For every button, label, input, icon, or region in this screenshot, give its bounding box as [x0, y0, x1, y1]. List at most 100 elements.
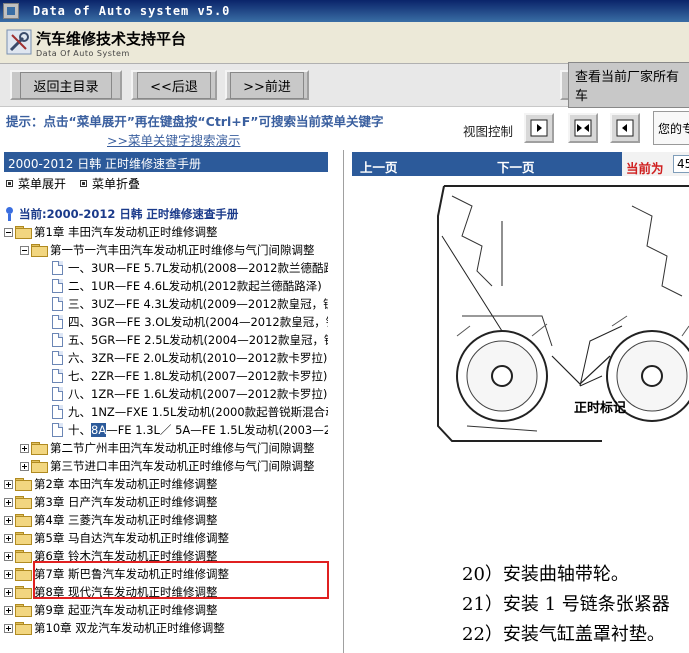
expand-toggle-icon[interactable]: [4, 479, 13, 489]
expand-toggle-icon[interactable]: [4, 533, 13, 543]
menu-panel: 2000-2012 日韩 正时维修速查手册 菜单展开 菜单折叠 当前:2000-…: [0, 150, 344, 653]
menu-collapse-button[interactable]: 菜单折叠: [80, 175, 140, 192]
split-view-button[interactable]: [568, 113, 598, 143]
tree-item[interactable]: 九、1NZ—FXE 1.5L发动机(2000款起普锐斯混合动力): [52, 403, 328, 421]
tree-item-label: 一、3UR—FE 5.7L发动机(2008—2012款兰德酷路泽): [68, 261, 328, 275]
forward-button[interactable]: >>前进: [225, 70, 309, 100]
forward-label: >>前进: [230, 71, 304, 99]
collapse-toggle-icon[interactable]: [20, 245, 29, 255]
collapse-toggle-icon[interactable]: [4, 227, 13, 237]
folder-icon: [31, 442, 48, 455]
tree-folder[interactable]: 第7章 斯巴鲁汽车发动机正时维修调整: [4, 565, 328, 583]
menu-header: 2000-2012 日韩 正时维修速查手册: [4, 152, 328, 172]
tree-item-label: 第三节进口丰田汽车发动机正时维修与气门间隙调整: [50, 459, 315, 473]
welcome-box: 您的专: [653, 111, 689, 145]
page-icon: [52, 405, 63, 419]
folder-icon: [15, 514, 32, 527]
view-all-label: 查看当前厂家所有车: [568, 62, 689, 108]
expand-toggle-icon[interactable]: [4, 605, 13, 615]
tree-folder[interactable]: 第三节进口丰田汽车发动机正时维修与气门间隙调整: [20, 457, 328, 475]
tree-item-label: 第3章 日产汽车发动机正时维修调整: [34, 495, 218, 509]
tree-folder[interactable]: 第5章 马自达汽车发动机正时维修调整: [4, 529, 328, 547]
tree-item-label: 第4章 三菱汽车发动机正时维修调整: [34, 513, 218, 527]
tree-folder[interactable]: 第一节一汽丰田汽车发动机正时维修与气门间隙调整: [20, 241, 328, 259]
menu-expand-label: 菜单展开: [18, 177, 67, 191]
back-to-main-label: 返回主目录: [20, 71, 112, 99]
page-icon: [52, 261, 63, 275]
search-demo-link[interactable]: >>菜单关键字搜索演示: [107, 130, 240, 149]
expand-toggle-icon[interactable]: [4, 569, 13, 579]
tree-root[interactable]: 当前:2000-2012 日韩 正时维修速查手册: [4, 205, 328, 223]
collapse-icon: [80, 180, 87, 187]
back-to-main-button[interactable]: 返回主目录: [10, 70, 122, 100]
tree-item-label: 第7章 斯巴鲁汽车发动机正时维修调整: [34, 567, 229, 581]
view-control-label: 视图控制: [463, 124, 514, 139]
tree-item[interactable]: 一、3UR—FE 5.7L发动机(2008—2012款兰德酷路泽): [52, 259, 328, 277]
expand-toggle-icon[interactable]: [4, 623, 13, 633]
tree-item[interactable]: 六、3ZR—FE 2.0L发动机(2010—2012款卡罗拉): [52, 349, 328, 367]
procedure-steps: 20）安装曲轴带轮。 21）安装 1 号链条张紧器 22）安装气缸盖罩衬垫。: [462, 560, 670, 650]
tree-item-label: 四、3GR—FE 3.OL发动机(2004—2012款皇冠，锐志): [68, 315, 328, 329]
expand-right-view-button[interactable]: [524, 113, 554, 143]
folder-icon: [31, 244, 48, 257]
next-page-button[interactable]: 下一页: [497, 157, 535, 176]
expand-toggle-icon[interactable]: [4, 587, 13, 597]
tree-item-label: 十、8A—FE 1.3L／ 5A—FE 1.5L发动机(2003—2012款威驰…: [68, 422, 328, 438]
current-page-input[interactable]: [673, 155, 689, 173]
view-all-vehicles-button[interactable]: 查看当前厂家所有车: [560, 62, 689, 108]
tree-folder[interactable]: 第6章 铃木汽车发动机正时维修调整: [4, 547, 328, 565]
back-label: <<后退: [137, 71, 211, 99]
document-panel: 上一页 下一页 当前为 正时标记 20）安装曲轴带轮。 21）安装 1 号链条张…: [352, 150, 689, 653]
page-icon: [52, 423, 63, 437]
current-location-icon: [4, 207, 16, 221]
expand-left-view-button[interactable]: [610, 113, 640, 143]
tree-item[interactable]: 七、2ZR—FE 1.8L发动机(2007—2012款卡罗拉): [52, 367, 328, 385]
expand-toggle-icon[interactable]: [4, 515, 13, 525]
app-icon: [3, 3, 19, 19]
tools-logo-icon: [6, 29, 32, 55]
expand-toggle-icon[interactable]: [20, 461, 29, 471]
prev-page-button[interactable]: 上一页: [360, 157, 398, 176]
selected-text: 8A: [91, 423, 107, 437]
step-20: 20）安装曲轴带轮。: [462, 564, 629, 585]
tree-item-label: 第9章 起亚汽车发动机正时维修调整: [34, 603, 218, 617]
tree-folder[interactable]: 第2章 本田汽车发动机正时维修调整: [4, 475, 328, 493]
tree-folder[interactable]: 第8章 现代汽车发动机正时维修调整: [4, 583, 328, 601]
tree-folder[interactable]: 第1章 丰田汽车发动机正时维修调整: [4, 223, 328, 241]
page-icon: [52, 369, 63, 383]
folder-icon: [15, 604, 32, 617]
tree-folder[interactable]: 第4章 三菱汽车发动机正时维修调整: [4, 511, 328, 529]
expand-icon: [6, 180, 13, 187]
current-page-label: 当前为: [626, 161, 664, 176]
title-bar: Data of Auto system v5.0: [0, 0, 689, 22]
tree-folder[interactable]: 第9章 起亚汽车发动机正时维修调整: [4, 601, 328, 619]
tree-item[interactable]: 八、1ZR—FE 1.6L发动机(2007—2012款卡罗拉): [52, 385, 328, 403]
tree-item[interactable]: 三、3UZ—FE 4.3L发动机(2009—2012款皇冠，锐志): [52, 295, 328, 313]
tree-item[interactable]: 五、5GR—FE 2.5L发动机(2004—2012款皇冠，锐志): [52, 331, 328, 349]
tree-item[interactable]: 四、3GR—FE 3.OL发动机(2004—2012款皇冠，锐志): [52, 313, 328, 331]
tree-item-label: 第6章 铃木汽车发动机正时维修调整: [34, 549, 218, 563]
menu-tree: 当前:2000-2012 日韩 正时维修速查手册 第1章 丰田汽车发动机正时维修…: [4, 205, 328, 653]
page-icon: [52, 279, 63, 293]
expand-toggle-icon[interactable]: [4, 497, 13, 507]
tree-folder[interactable]: 第3章 日产汽车发动机正时维修调整: [4, 493, 328, 511]
toolbar: 返回主目录 <<后退 >>前进 查看当前厂家所有车: [0, 62, 689, 108]
tree-item[interactable]: 二、1UR—FE 4.6L发动机(2012款起兰德酷路泽): [52, 277, 328, 295]
tree-item-label: 第二节广州丰田汽车发动机正时维修与气门间隙调整: [50, 441, 315, 455]
page-icon: [52, 351, 63, 365]
tree-folder[interactable]: 第10章 双龙汽车发动机正时维修调整: [4, 619, 328, 637]
folder-icon: [15, 568, 32, 581]
step-22: 22）安装气缸盖罩衬垫。: [462, 624, 665, 645]
folder-icon: [15, 586, 32, 599]
page-icon: [52, 387, 63, 401]
expand-toggle-icon[interactable]: [20, 443, 29, 453]
window-title: Data of Auto system v5.0: [33, 4, 231, 18]
folder-icon: [31, 460, 48, 473]
back-button[interactable]: <<后退: [131, 70, 217, 100]
tree-folder[interactable]: 第二节广州丰田汽车发动机正时维修与气门间隙调整: [20, 439, 328, 457]
tree-item[interactable]: 十、8A—FE 1.3L／ 5A—FE 1.5L发动机(2003—2012款威驰…: [52, 421, 328, 439]
menu-expand-button[interactable]: 菜单展开: [6, 175, 66, 192]
page-icon: [52, 315, 63, 329]
arrow-left-icon: [616, 119, 634, 137]
expand-toggle-icon[interactable]: [4, 551, 13, 561]
